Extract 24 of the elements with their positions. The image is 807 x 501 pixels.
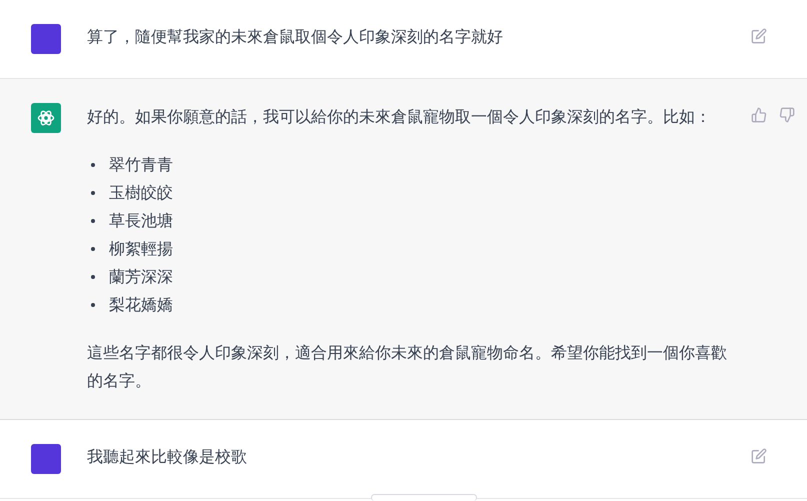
message-text: 算了，隨便幫我家的未來倉鼠取個令人印象深刻的名字就好: [87, 26, 504, 48]
message-text: 好的。如果你願意的話，我可以給你的未來倉鼠寵物取一個令人印象深刻的名字。比如：: [87, 106, 712, 128]
list-item-text: 翠竹青青: [109, 154, 173, 176]
message-text: 我聽起來比較像是校歌: [87, 446, 248, 468]
bullet-icon: [91, 219, 95, 223]
list-item-text: 柳絮輕揚: [109, 238, 173, 260]
list-item-text: 草長池塘: [109, 210, 173, 232]
message-text: 這些名字都很令人印象深刻，適合用來給你未來的倉鼠寵物命名。希望你能找到一個你喜歡的名字。: [87, 342, 728, 392]
bullet-icon: [91, 191, 95, 195]
user-avatar: [31, 24, 61, 54]
bullet-icon: [91, 247, 95, 251]
partial-button[interactable]: [371, 494, 477, 501]
list-item-text: 蘭芳深深: [109, 266, 173, 288]
bullet-icon: [91, 275, 95, 279]
user-avatar: [31, 444, 61, 474]
assistant-logo-icon: [31, 103, 61, 133]
edit-icon[interactable]: [751, 28, 767, 44]
bullet-icon: [91, 303, 95, 307]
bullet-icon: [91, 163, 95, 167]
edit-icon[interactable]: [751, 448, 767, 464]
thumbs-up-icon[interactable]: [751, 107, 767, 123]
list-item-text: 梨花嬌嬌: [109, 294, 173, 316]
list-item-text: 玉樹皎皎: [109, 182, 173, 204]
thumbs-down-icon[interactable]: [779, 107, 795, 123]
